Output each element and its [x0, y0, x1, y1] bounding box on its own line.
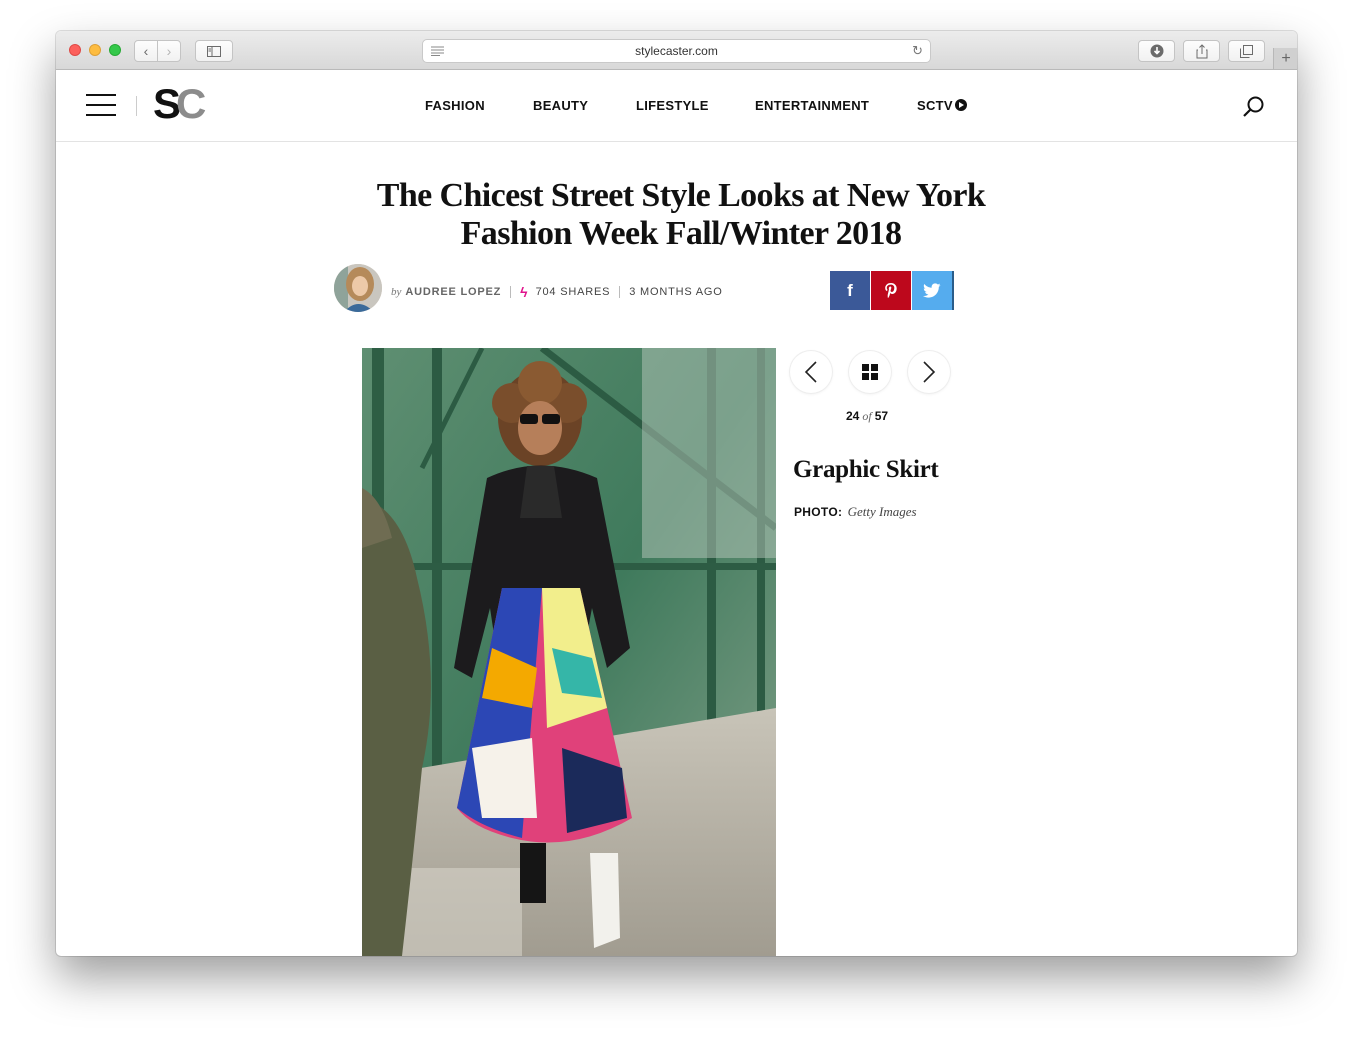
tabs-overview-icon	[1240, 44, 1253, 58]
next-slide-button[interactable]	[908, 351, 950, 393]
share-buttons: f	[830, 271, 955, 310]
zoom-window-button[interactable]	[109, 44, 121, 56]
logo-letter-c: C	[176, 80, 206, 127]
site-header: SC FASHION BEAUTY LIFESTYLE ENTERTAINMEN…	[56, 70, 1297, 142]
byline-separator	[510, 286, 512, 298]
article-title: The Chicest Street Style Looks at New Yo…	[376, 177, 986, 252]
post-date: 3 MONTHS AGO	[629, 286, 723, 298]
logo-letter-s: S	[153, 80, 181, 127]
browser-window: ‹ › stylecaster.com ↻ + SC FASHION BEAUT…	[56, 31, 1297, 956]
share-button[interactable]	[1183, 40, 1220, 62]
plus-icon: +	[1281, 49, 1291, 67]
author-photo	[334, 264, 382, 312]
share-count: 704 SHARES	[535, 286, 611, 298]
show-tabs-button[interactable]	[1228, 40, 1265, 62]
play-icon	[954, 99, 967, 111]
sidebar-toggle-button[interactable]	[195, 40, 233, 62]
nav-sctv-label: SCTV	[917, 98, 953, 113]
author-avatar[interactable]	[334, 264, 382, 312]
chevron-right-icon: ›	[166, 43, 172, 59]
chevron-right-icon	[923, 361, 936, 383]
lightning-icon: ϟ	[520, 284, 528, 300]
share-icon	[1196, 43, 1207, 58]
nav-fashion[interactable]: FASHION	[425, 98, 485, 113]
gallery-photo[interactable]	[362, 348, 776, 956]
nav-sctv[interactable]: SCTV	[917, 98, 967, 113]
header-divider	[136, 96, 137, 116]
chevron-left-icon: ‹	[143, 43, 149, 59]
previous-slide-button[interactable]	[790, 351, 832, 393]
new-tab-button[interactable]: +	[1273, 48, 1297, 69]
grid-icon	[862, 364, 878, 380]
download-icon	[1150, 44, 1163, 58]
slide-current: 24	[846, 409, 860, 423]
author-link[interactable]: AUDREE LOPEZ	[405, 286, 501, 298]
pinterest-icon	[885, 283, 897, 298]
slide-total: 57	[874, 409, 889, 423]
slide-title: Graphic Skirt	[793, 456, 939, 483]
chevron-left-icon	[804, 361, 817, 383]
browser-toolbar: ‹ › stylecaster.com ↻ +	[56, 31, 1297, 70]
twitter-share-button[interactable]	[912, 271, 954, 310]
forward-button[interactable]: ›	[157, 40, 181, 62]
facebook-share-button[interactable]: f	[830, 271, 870, 310]
byline-prefix: by	[391, 286, 402, 298]
pinterest-share-button[interactable]	[871, 271, 911, 310]
byline: by AUDREE LOPEZ ϟ 704 SHARES 3 MONTHS AG…	[391, 284, 723, 300]
menu-icon[interactable]	[86, 94, 116, 116]
photo-credit-label: PHOTO:	[794, 505, 843, 519]
gallery-grid-button[interactable]	[849, 351, 891, 393]
sidebar-icon	[207, 45, 221, 57]
site-logo[interactable]: SC	[153, 80, 206, 127]
minimize-window-button[interactable]	[89, 44, 101, 56]
back-button[interactable]: ‹	[134, 40, 158, 62]
facebook-icon: f	[847, 280, 853, 300]
address-bar[interactable]: stylecaster.com ↻	[422, 39, 931, 63]
photo-credit: PHOTO: Getty Images	[794, 504, 917, 520]
search-icon[interactable]	[1242, 95, 1266, 119]
street-style-photo	[362, 348, 776, 956]
close-window-button[interactable]	[69, 44, 81, 56]
twitter-icon	[923, 283, 941, 298]
byline-separator	[619, 286, 621, 298]
reload-icon[interactable]: ↻	[912, 43, 923, 59]
nav-entertainment[interactable]: ENTERTAINMENT	[755, 98, 869, 113]
url-text: stylecaster.com	[635, 44, 718, 58]
nav-beauty[interactable]: BEAUTY	[533, 98, 588, 113]
downloads-button[interactable]	[1138, 40, 1175, 62]
slide-counter: 24 of 57	[846, 409, 888, 424]
nav-lifestyle[interactable]: LIFESTYLE	[636, 98, 709, 113]
photo-credit-source: Getty Images	[847, 504, 917, 519]
slide-of: of	[862, 409, 872, 423]
